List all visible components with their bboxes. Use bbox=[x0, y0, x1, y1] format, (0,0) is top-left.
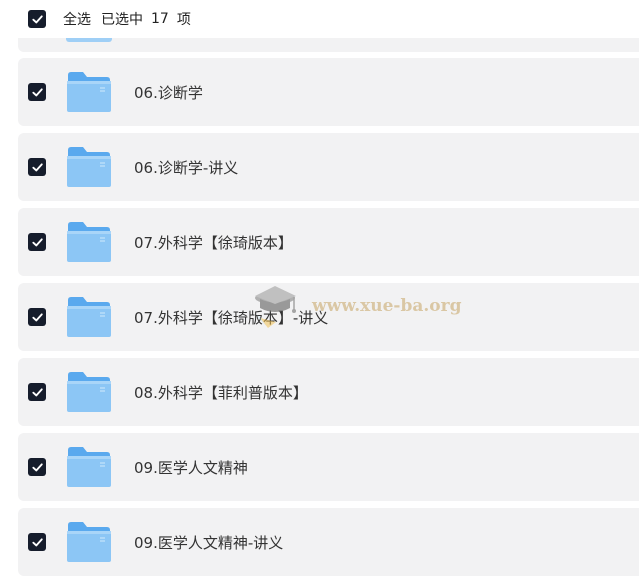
list-item[interactable]: 09.医学人文精神 bbox=[18, 433, 639, 501]
file-name[interactable]: 07.外科学【徐琦版本】-讲义 bbox=[134, 307, 328, 328]
selected-count: 17 bbox=[151, 11, 169, 27]
folder-icon bbox=[67, 447, 111, 487]
checkbox[interactable] bbox=[28, 533, 46, 551]
selected-count-suffix: 项 bbox=[176, 12, 191, 28]
checkbox[interactable] bbox=[28, 458, 46, 476]
file-list: 06.诊断学 06.诊断学-讲义 07.外科学【徐琦版本】 07.外科学【徐琦版… bbox=[0, 0, 639, 582]
file-name[interactable]: 06.诊断学-讲义 bbox=[134, 157, 238, 178]
list-item[interactable]: 08.外科学【菲利普版本】 bbox=[18, 358, 639, 426]
selection-toolbar: 全选 已选中 17 项 bbox=[0, 0, 639, 38]
select-all-checkbox[interactable] bbox=[28, 10, 46, 28]
checkbox[interactable] bbox=[28, 233, 46, 251]
folder-icon bbox=[67, 72, 111, 112]
checkbox[interactable] bbox=[28, 308, 46, 326]
folder-icon bbox=[67, 147, 111, 187]
checkbox[interactable] bbox=[28, 158, 46, 176]
list-item[interactable]: 07.外科学【徐琦版本】 bbox=[18, 208, 639, 276]
list-item[interactable]: 07.外科学【徐琦版本】-讲义 bbox=[18, 283, 639, 351]
list-item[interactable]: 06.诊断学-讲义 bbox=[18, 133, 639, 201]
select-all-label[interactable]: 全选 bbox=[63, 9, 91, 29]
list-item[interactable]: 09.医学人文精神-讲义 bbox=[18, 508, 639, 576]
folder-icon bbox=[67, 297, 111, 337]
folder-icon bbox=[67, 372, 111, 412]
checkbox[interactable] bbox=[28, 383, 46, 401]
checkbox[interactable] bbox=[28, 83, 46, 101]
folder-icon bbox=[67, 222, 111, 262]
file-name[interactable]: 09.医学人文精神 bbox=[134, 457, 248, 478]
file-name[interactable]: 08.外科学【菲利普版本】 bbox=[134, 382, 308, 403]
file-name[interactable]: 06.诊断学 bbox=[134, 82, 203, 103]
folder-icon bbox=[66, 38, 112, 42]
file-name[interactable]: 09.医学人文精神-讲义 bbox=[134, 532, 283, 553]
list-item[interactable]: 06.诊断学 bbox=[18, 58, 639, 126]
selected-count-prefix: 已选中 bbox=[101, 12, 143, 28]
folder-icon bbox=[67, 522, 111, 562]
file-name[interactable]: 07.外科学【徐琦版本】 bbox=[134, 232, 293, 253]
